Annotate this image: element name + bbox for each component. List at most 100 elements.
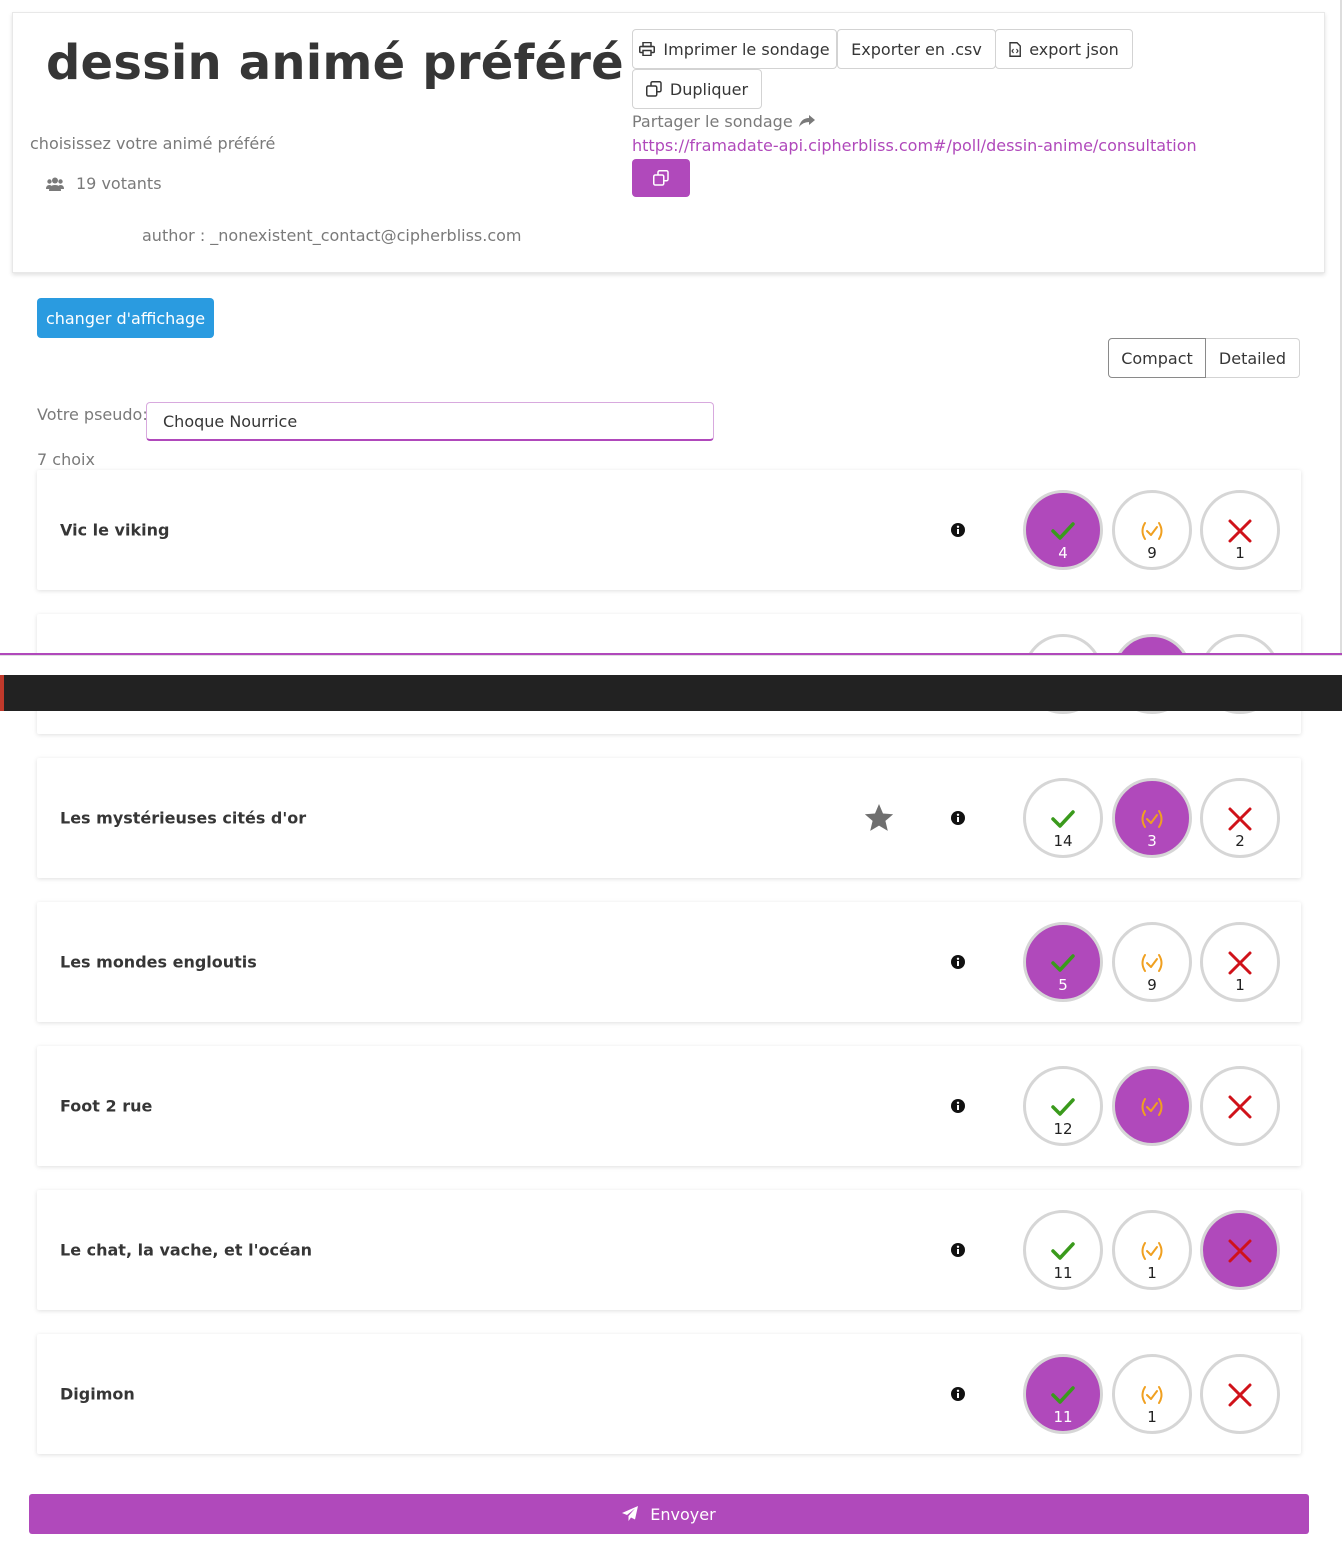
voters-count: 19 votants [46,174,162,193]
vote-maybe-button[interactable]: 1 [1112,1354,1192,1434]
share-poll-heading: Partager le sondage [632,112,815,131]
export-json-label: export json [1029,39,1119,59]
vote-yes-count: 12 [1053,1120,1073,1138]
vote-maybe-count: 9 [1147,544,1157,562]
poll-title: dessin animé préféré [46,35,624,91]
share-url-link[interactable]: https://framadate-api.cipherbliss.com#/p… [632,136,1197,155]
choice-label: Vic le viking [60,520,170,540]
vote-no-count: 1 [1235,976,1245,994]
vote-no-button[interactable]: 1 [1200,922,1280,1002]
vote-maybe-button[interactable]: 1 [1112,1210,1192,1290]
copy-url-button[interactable] [632,159,690,197]
check-icon [1051,1242,1075,1260]
vote-yes-button[interactable]: 11 [1023,1210,1103,1290]
vote-no-button[interactable]: 1 [1200,490,1280,570]
choice-row: Digimon 11 1 [37,1334,1301,1454]
check-icon [1051,1386,1075,1404]
export-csv-button[interactable]: Exporter en .csv [837,29,996,69]
info-icon[interactable] [951,1099,965,1113]
vote-maybe-button[interactable] [1112,1066,1192,1146]
pseudo-input[interactable] [146,402,714,441]
cross-icon [1228,1239,1252,1263]
dark-toolbar-band [0,675,1342,711]
submit-label: Envoyer [650,1504,716,1524]
choice-label: Les mystérieuses cités d'or [60,808,307,828]
file-code-icon [1009,41,1022,57]
cross-icon [1228,951,1252,975]
maybe-icon [1141,522,1163,540]
poll-header-card: dessin animé préféré choisissez votre an… [12,12,1325,273]
vote-yes-count: 5 [1058,976,1068,994]
vote-yes-button[interactable]: 12 [1023,1066,1103,1146]
info-icon[interactable] [951,1243,965,1257]
vote-yes-button[interactable]: 5 [1023,922,1103,1002]
send-icon [622,1506,639,1521]
vote-maybe-count: 9 [1147,976,1157,994]
vote-no-count: 2 [1235,832,1245,850]
vote-yes-count: 11 [1053,1408,1073,1426]
choice-row: Les mystérieuses cités d'or 14 3 2 [37,758,1301,878]
vote-yes-count: 4 [1058,544,1068,562]
vote-no-button[interactable] [1200,1210,1280,1290]
export-csv-label: Exporter en .csv [851,39,982,59]
choice-label: Digimon [60,1384,135,1404]
choice-label: Le chat, la vache, et l'océan [60,1240,313,1260]
choice-row: Les mondes engloutis 5 9 1 [37,902,1301,1022]
change-display-button[interactable]: changer d'affichage [37,298,214,338]
pseudo-label: Votre pseudo: [37,405,148,424]
section-gap [0,655,1342,675]
choice-label: Les mondes engloutis [60,952,257,972]
maybe-icon [1141,1242,1163,1260]
compact-mode-button[interactable]: Compact [1108,338,1206,378]
detailed-mode-button[interactable]: Detailed [1206,338,1300,378]
choice-row: Le chat, la vache, et l'océan 11 1 [37,1190,1301,1310]
poll-description: choisissez votre animé préféré [30,134,276,153]
vote-yes-button[interactable]: 4 [1023,490,1103,570]
duplicate-label: Dupliquer [669,79,749,99]
copy-icon [653,170,669,186]
info-icon[interactable] [951,1387,965,1401]
check-icon [1051,522,1075,540]
vote-maybe-button[interactable]: 3 [1112,778,1192,858]
vote-maybe-count: 1 [1147,1408,1157,1426]
cross-icon [1228,1383,1252,1407]
duplicate-button[interactable]: Dupliquer [632,69,762,109]
voters-label: 19 votants [76,174,162,193]
share-icon [798,114,815,127]
cross-icon [1228,1095,1252,1119]
info-icon[interactable] [951,523,965,537]
print-poll-label: Imprimer le sondage [663,39,830,59]
submit-button[interactable]: Envoyer [29,1494,1309,1534]
poll-author: author : _nonexistent_contact@cipherblis… [142,226,522,245]
vote-maybe-button[interactable]: 9 [1112,922,1192,1002]
cross-icon [1228,519,1252,543]
cross-icon [1228,807,1252,831]
vote-no-count: 1 [1235,544,1245,562]
vote-no-button[interactable]: 2 [1200,778,1280,858]
star-icon [864,804,894,831]
print-poll-button[interactable]: Imprimer le sondage [632,29,837,69]
maybe-icon [1141,1386,1163,1404]
maybe-icon [1141,810,1163,828]
maybe-icon [1141,954,1163,972]
check-icon [1051,954,1075,972]
vote-maybe-count: 1 [1147,1264,1157,1282]
vote-maybe-button[interactable]: 9 [1112,490,1192,570]
vote-no-button[interactable] [1200,1066,1280,1146]
vote-yes-button[interactable]: 11 [1023,1354,1103,1434]
info-icon[interactable] [951,811,965,825]
vote-yes-count: 14 [1053,832,1073,850]
choice-row: Foot 2 rue 12 [37,1046,1301,1166]
copy-icon [645,81,662,97]
export-json-button[interactable]: export json [995,29,1133,69]
display-mode-toggle: Compact Detailed [1108,338,1300,378]
choice-row: Vic le viking 4 9 1 [37,470,1301,590]
check-icon [1051,810,1075,828]
vote-yes-count: 11 [1053,1264,1073,1282]
vote-no-button[interactable] [1200,1354,1280,1434]
vote-yes-button[interactable]: 14 [1023,778,1103,858]
info-icon[interactable] [951,955,965,969]
maybe-icon [1141,1098,1163,1116]
printer-icon [639,42,656,56]
choices-count: 7 choix [37,450,95,469]
